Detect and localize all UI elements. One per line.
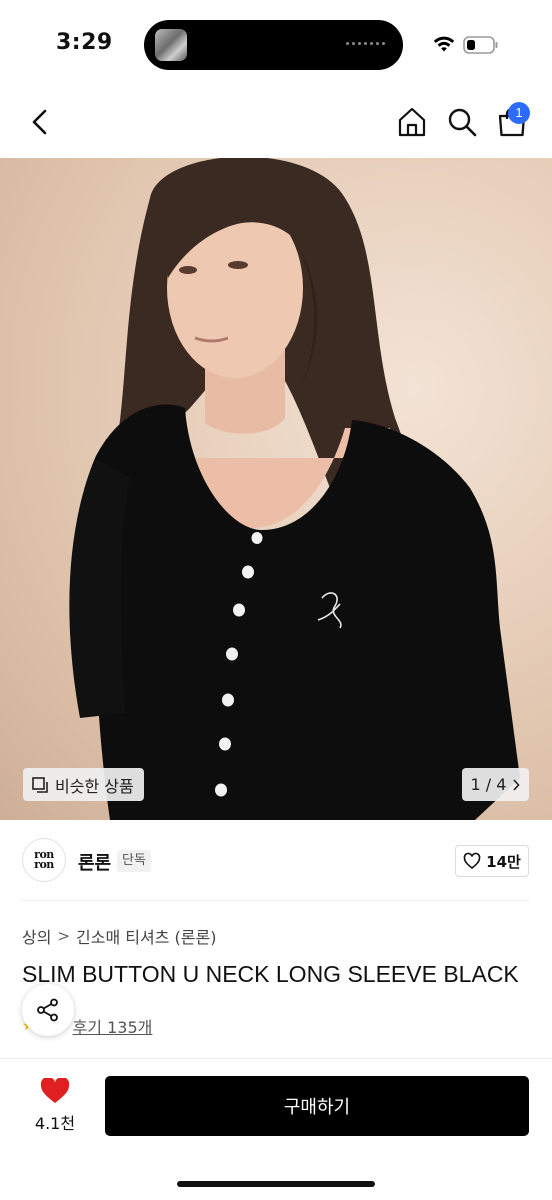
divider — [22, 900, 529, 901]
share-icon — [37, 998, 58, 1022]
wishlist-button[interactable]: 4.1천 — [30, 1078, 80, 1138]
product-title: SLIM BUTTON U NECK LONG SLEEVE BLACK — [22, 961, 519, 987]
navigation-bar: 1 — [0, 90, 552, 158]
brand-logo[interactable]: ron ron — [22, 838, 66, 882]
now-playing-thumbnail — [155, 29, 187, 61]
wifi-icon — [433, 36, 455, 52]
buy-button[interactable]: 구매하기 — [105, 1076, 529, 1136]
similar-products-label: 비슷한 상품 — [55, 776, 134, 796]
battery-icon — [463, 36, 498, 54]
home-icon[interactable] — [396, 106, 428, 138]
home-indicator[interactable] — [177, 1181, 375, 1187]
breadcrumb-separator: > — [57, 927, 71, 945]
brand-like-button[interactable]: 14만 — [455, 845, 529, 877]
exclusive-badge: 단독 — [117, 850, 151, 872]
review-count-link[interactable]: 후기 135개 — [73, 1014, 153, 1038]
heart-filled-icon — [40, 1078, 70, 1103]
back-icon[interactable] — [26, 106, 54, 138]
cart-count-badge: 1 — [508, 102, 530, 124]
chevron-right-icon — [513, 778, 521, 791]
similar-products-icon — [32, 776, 48, 793]
search-icon[interactable] — [446, 106, 478, 138]
page-indicator-text: 1 / 4 — [470, 775, 507, 794]
waveform-icon — [346, 42, 385, 45]
model-photo — [69, 158, 520, 820]
similar-products-button[interactable]: 비슷한 상품 — [23, 768, 144, 801]
brand-like-count: 14만 — [486, 852, 521, 871]
breadcrumb-subcategory[interactable]: 긴소매 티셔츠 (론론) — [76, 924, 216, 948]
breadcrumb-category[interactable]: 상의 — [22, 924, 51, 948]
status-time: 3:29 — [56, 30, 113, 55]
status-bar: 3:29 — [0, 0, 552, 90]
brand-name[interactable]: 론론 — [78, 849, 111, 875]
brand-logo-line2: ron — [34, 858, 54, 871]
dynamic-island — [144, 20, 403, 70]
image-page-indicator[interactable]: 1 / 4 — [462, 768, 529, 801]
brand-row: ron ron 론론 단독 14만 — [0, 822, 552, 900]
breadcrumb: 상의 > 긴소매 티셔츠 (론론) — [22, 924, 216, 948]
share-button[interactable] — [22, 984, 74, 1036]
wishlist-count: 4.1천 — [34, 1114, 76, 1133]
bottom-bar-divider — [0, 1058, 552, 1059]
product-image[interactable] — [0, 158, 552, 820]
heart-outline-icon — [463, 852, 481, 870]
